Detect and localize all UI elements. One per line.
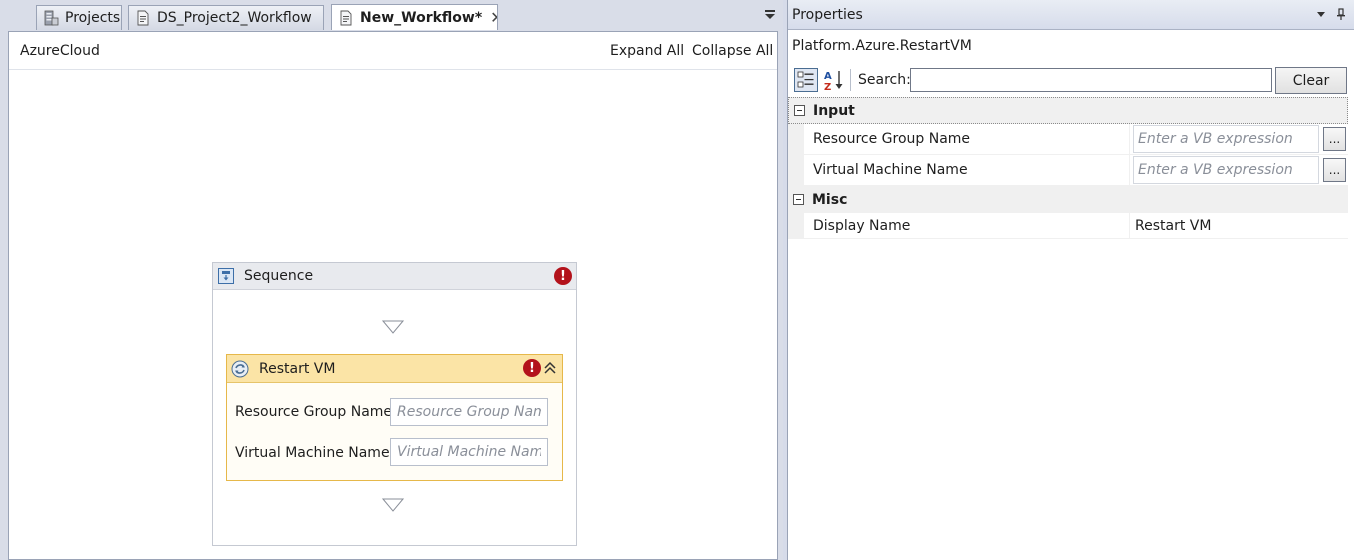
error-glyph: ! [529,360,535,376]
collapse-all-link[interactable]: Collapse All [692,43,773,59]
pin-icon[interactable] [1336,8,1346,20]
error-glyph: ! [560,268,566,284]
tab-overflow-dropdown-icon[interactable] [763,8,777,22]
close-icon[interactable]: ✕ [490,8,497,27]
alphabetical-sort-icon[interactable]: A Z [822,68,846,92]
row-gutter [788,155,804,185]
svg-text:A: A [824,71,832,82]
property-name: Display Name [804,213,1130,238]
categorized-view-icon[interactable] [794,68,818,92]
drop-target-arrow-icon[interactable] [382,498,404,512]
tab-label: Projects [65,10,121,26]
property-row: Resource Group Name ... [788,124,1348,155]
virtual-machine-name-input[interactable] [390,438,548,466]
category-misc[interactable]: Misc [788,186,1348,213]
sequence-header: Sequence ! [213,263,576,290]
designer-breadcrumb-bar: AzureCloud Expand All Collapse All [9,32,777,70]
collapse-icon[interactable] [793,194,804,205]
properties-toolbar: A Z Search: Clear [792,67,1348,95]
search-input[interactable] [910,68,1272,92]
workflow-doc-icon [340,10,352,25]
collapse-chevron-icon[interactable] [543,361,557,375]
properties-title-bar: Properties [788,0,1354,30]
restart-icon [231,360,249,377]
workflow-designer-pane: Projects DS_Project2_Workflow New_Workfl… [0,0,783,560]
virtual-machine-name-label: Virtual Machine Name [235,445,390,461]
resource-group-name-input[interactable] [390,398,548,426]
expand-all-link[interactable]: Expand All [610,43,684,59]
sequence-activity[interactable]: Sequence ! Restart VM ! Resource Group N… [212,262,577,546]
sequence-title: Sequence [244,268,314,284]
properties-title: Properties [792,6,863,23]
sequence-icon [218,268,234,284]
expression-editor-button[interactable]: ... [1323,158,1346,182]
category-label: Input [813,102,855,119]
property-value-cell: ... [1130,124,1348,154]
property-grid: Input Resource Group Name ... Virtual Ma… [788,97,1348,239]
selected-activity-type: Platform.Azure.RestartVM [792,38,972,54]
property-value-cell[interactable]: Restart VM [1130,213,1348,238]
tab-new-workflow[interactable]: New_Workflow* ✕ [331,4,498,30]
restart-vm-title: Restart VM [259,360,336,377]
tab-label: DS_Project2_Workflow [157,10,312,26]
document-tab-strip: Projects DS_Project2_Workflow New_Workfl… [0,0,783,30]
category-label: Misc [812,191,848,208]
resource-group-name-label: Resource Group Name [235,404,393,420]
collapse-icon[interactable] [794,105,805,116]
breadcrumb[interactable]: AzureCloud [20,43,100,59]
expression-editor-button[interactable]: ... [1323,127,1346,151]
error-icon[interactable]: ! [554,267,572,285]
property-value-cell: ... [1130,155,1348,185]
restart-vm-activity[interactable]: Restart VM ! Resource Group Name Virtual… [226,354,563,481]
designer-canvas: AzureCloud Expand All Collapse All Seque… [8,31,778,560]
svg-text:Z: Z [824,82,831,92]
tab-ds-project2-workflow[interactable]: DS_Project2_Workflow [128,5,324,30]
search-label: Search: [858,72,911,88]
property-name: Resource Group Name [804,124,1130,154]
tab-projects[interactable]: Projects [36,5,122,30]
property-name: Virtual Machine Name [804,155,1130,185]
virtual-machine-vb-expression-input[interactable] [1133,156,1319,184]
workflow-doc-icon [137,10,149,26]
row-gutter [788,213,804,238]
clear-button[interactable]: Clear [1275,67,1347,94]
tab-label: New_Workflow* [360,9,483,26]
property-row: Virtual Machine Name ... [788,155,1348,186]
panel-dropdown-icon[interactable] [1316,9,1326,19]
panel-controls [1316,8,1346,20]
error-icon[interactable]: ! [523,359,541,377]
restart-vm-header: Restart VM ! [227,355,562,383]
properties-panel: Properties Platform.Azure.RestartVM A Z [787,0,1354,560]
display-name-value[interactable]: Restart VM [1130,218,1211,234]
property-row: Display Name Restart VM [788,213,1348,239]
row-gutter [788,124,804,154]
drop-target-arrow-icon[interactable] [382,320,404,334]
projects-icon [44,10,59,26]
toolbar-separator [850,69,851,91]
resource-group-vb-expression-input[interactable] [1133,125,1319,153]
category-input[interactable]: Input [788,97,1348,124]
